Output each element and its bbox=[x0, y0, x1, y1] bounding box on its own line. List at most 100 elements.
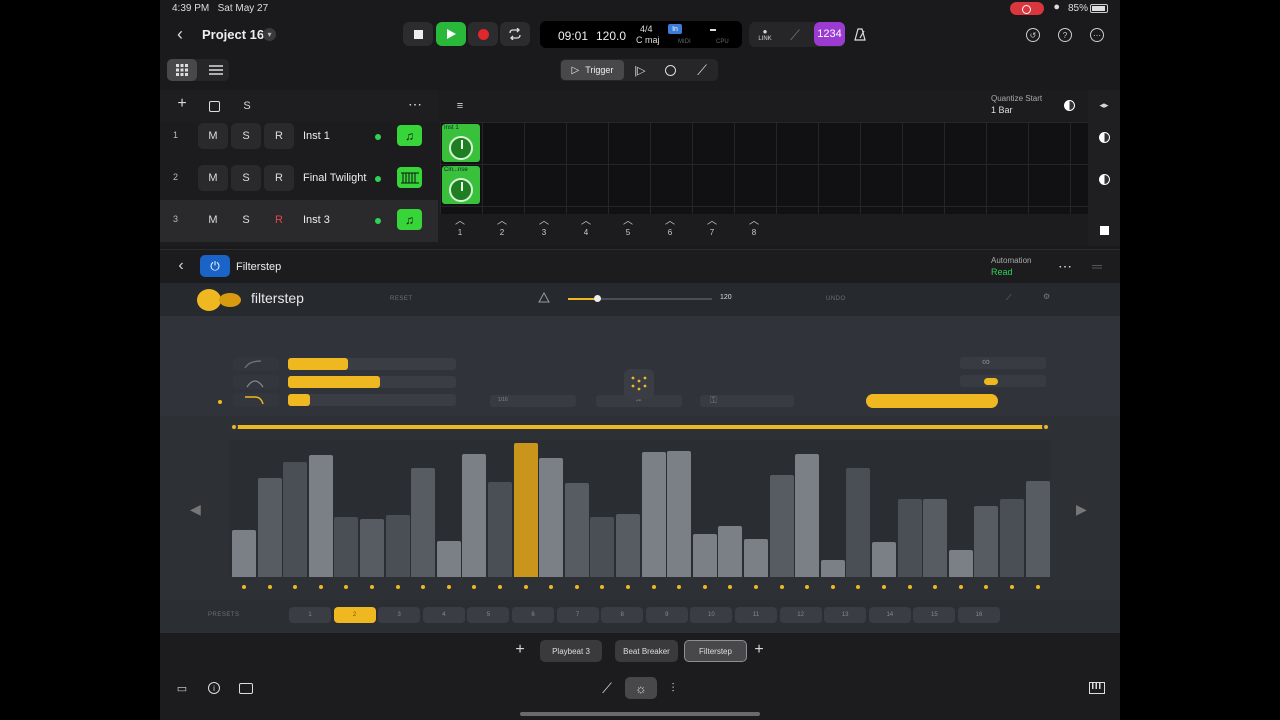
mixer-icon[interactable]: ⫶ bbox=[665, 680, 681, 696]
quantize-value[interactable]: 1 Bar bbox=[991, 105, 1013, 115]
track-stop-icon[interactable] bbox=[1097, 172, 1111, 186]
param-slider[interactable] bbox=[288, 358, 456, 370]
step-bar[interactable] bbox=[872, 542, 896, 577]
step-dot[interactable] bbox=[728, 585, 733, 589]
preset-slot[interactable]: 8 bbox=[601, 607, 644, 623]
step-bar[interactable] bbox=[718, 526, 743, 577]
record-arm-button[interactable]: R bbox=[264, 165, 294, 191]
step-sequencer[interactable] bbox=[230, 440, 1050, 577]
preset-slot[interactable]: 1 bbox=[289, 607, 331, 623]
track-stop-icon[interactable] bbox=[1097, 130, 1111, 144]
loop-toggle[interactable]: ∞ bbox=[960, 356, 1046, 369]
shape-button[interactable] bbox=[233, 375, 279, 389]
preset-slot[interactable]: 7 bbox=[556, 607, 599, 623]
preset-slot[interactable]: 4 bbox=[422, 607, 465, 623]
step-bar[interactable] bbox=[769, 475, 794, 577]
step-bar[interactable] bbox=[641, 452, 666, 577]
metronome-icon[interactable] bbox=[852, 26, 868, 42]
step-dot[interactable] bbox=[626, 585, 630, 589]
tab-beat-breaker[interactable]: Beat Breaker bbox=[615, 640, 678, 662]
step-bar[interactable] bbox=[897, 499, 922, 577]
scene-trigger[interactable]: ︿ 3 bbox=[529, 216, 559, 244]
preset-slot[interactable]: 2 bbox=[333, 607, 376, 623]
step-bar[interactable] bbox=[283, 461, 308, 577]
power-button[interactable]: ⏻ bbox=[200, 255, 230, 277]
add-plugin-icon[interactable]: + bbox=[752, 641, 766, 658]
back-chevron-icon[interactable]: ‹ bbox=[174, 257, 188, 275]
mute-button[interactable]: M bbox=[198, 123, 228, 149]
add-plugin-icon[interactable]: + bbox=[513, 641, 527, 658]
sidebar-icon[interactable] bbox=[238, 680, 254, 696]
scene-trigger[interactable]: ︿ 1 bbox=[445, 216, 475, 244]
pencil-icon[interactable]: ⟋ bbox=[694, 62, 710, 78]
trigger-mode-button[interactable]: ▷ Trigger bbox=[561, 60, 624, 80]
preset-slot[interactable]: 14 bbox=[868, 607, 911, 623]
preset-slot[interactable]: 16 bbox=[958, 607, 1000, 623]
scene-trigger[interactable]: ︿ 8 bbox=[739, 216, 769, 244]
track-row[interactable]: 2 M S R Final Twilight bbox=[160, 158, 438, 200]
step-bar[interactable] bbox=[385, 515, 410, 577]
step-bar[interactable] bbox=[462, 453, 487, 577]
plugin-options-icon[interactable]: ⋯ bbox=[1057, 258, 1073, 274]
project-menu-chevron-icon[interactable]: ▾ bbox=[263, 28, 276, 41]
step-dot[interactable] bbox=[830, 585, 835, 589]
tracks-view-icon[interactable] bbox=[209, 64, 223, 76]
step-play-icon[interactable]: |▷ bbox=[632, 63, 648, 77]
mute-button[interactable]: M bbox=[198, 165, 228, 191]
tuner-icon[interactable]: ⟋ bbox=[787, 27, 803, 43]
step-bar[interactable] bbox=[232, 530, 256, 577]
browser-icon[interactable]: ▭ bbox=[174, 680, 190, 696]
solo-all-button[interactable]: S bbox=[239, 98, 255, 114]
track-stop-icon[interactable] bbox=[1097, 223, 1111, 237]
step-dot[interactable] bbox=[574, 585, 579, 589]
step-bar[interactable] bbox=[820, 559, 845, 577]
range-start-handle[interactable] bbox=[230, 423, 238, 431]
step-bar[interactable] bbox=[436, 540, 461, 577]
play-button[interactable] bbox=[436, 22, 466, 46]
step-bar[interactable] bbox=[513, 443, 538, 577]
tempo-slider-knob[interactable] bbox=[593, 295, 601, 302]
next-page-arrow-icon[interactable]: ▶ bbox=[1076, 501, 1087, 518]
step-dot[interactable] bbox=[318, 585, 323, 589]
project-title[interactable]: Project 16 bbox=[202, 27, 264, 42]
edit-pencil-icon[interactable]: ⟋ bbox=[599, 680, 615, 696]
step-dot[interactable] bbox=[933, 585, 938, 589]
step-bar[interactable] bbox=[846, 468, 871, 577]
tempo-slider[interactable] bbox=[568, 295, 712, 302]
shape-button[interactable] bbox=[233, 393, 279, 407]
preset-slot[interactable]: 3 bbox=[378, 607, 421, 623]
automation-mode[interactable]: Read bbox=[991, 267, 1013, 277]
step-dot[interactable] bbox=[958, 585, 963, 589]
scene-trigger[interactable]: ︿ 6 bbox=[655, 216, 685, 244]
step-bar[interactable] bbox=[1000, 499, 1024, 577]
step-dot[interactable] bbox=[907, 585, 912, 589]
step-dot[interactable] bbox=[805, 585, 810, 589]
track-options-icon[interactable]: ⋯ bbox=[407, 96, 423, 112]
step-bar[interactable] bbox=[795, 453, 820, 577]
preset-slot[interactable]: 12 bbox=[779, 607, 822, 623]
mute-button[interactable]: M bbox=[198, 207, 228, 233]
step-dot[interactable] bbox=[395, 585, 400, 589]
info-icon[interactable]: i bbox=[206, 680, 222, 696]
step-dot[interactable] bbox=[421, 585, 426, 589]
solo-button[interactable]: S bbox=[231, 123, 261, 149]
rate-select[interactable]: 1/16 bbox=[490, 395, 576, 407]
keyboard-icon[interactable] bbox=[1088, 680, 1106, 696]
clip-cell[interactable]: Inst 1 bbox=[442, 124, 480, 162]
record-arm-button[interactable]: R bbox=[264, 207, 294, 233]
step-bar[interactable] bbox=[744, 539, 768, 577]
step-dot[interactable] bbox=[1035, 585, 1040, 589]
step-bar[interactable] bbox=[411, 468, 436, 577]
reset-button[interactable]: RESET bbox=[390, 296, 413, 302]
step-bar[interactable] bbox=[488, 481, 512, 577]
track-name[interactable]: Final Twilight bbox=[303, 172, 366, 184]
scene-list-icon[interactable]: ≡ bbox=[452, 98, 468, 114]
key-lock-toggle[interactable]: ⚿ bbox=[700, 395, 794, 407]
randomize-dice-button[interactable] bbox=[624, 369, 654, 399]
record-button[interactable] bbox=[468, 22, 498, 46]
step-dot[interactable] bbox=[446, 585, 451, 589]
preset-slot[interactable]: 11 bbox=[735, 607, 777, 623]
clip-cell[interactable]: Cin...nse bbox=[442, 166, 480, 204]
step-dot[interactable] bbox=[498, 585, 502, 589]
step-dot[interactable] bbox=[523, 585, 528, 589]
